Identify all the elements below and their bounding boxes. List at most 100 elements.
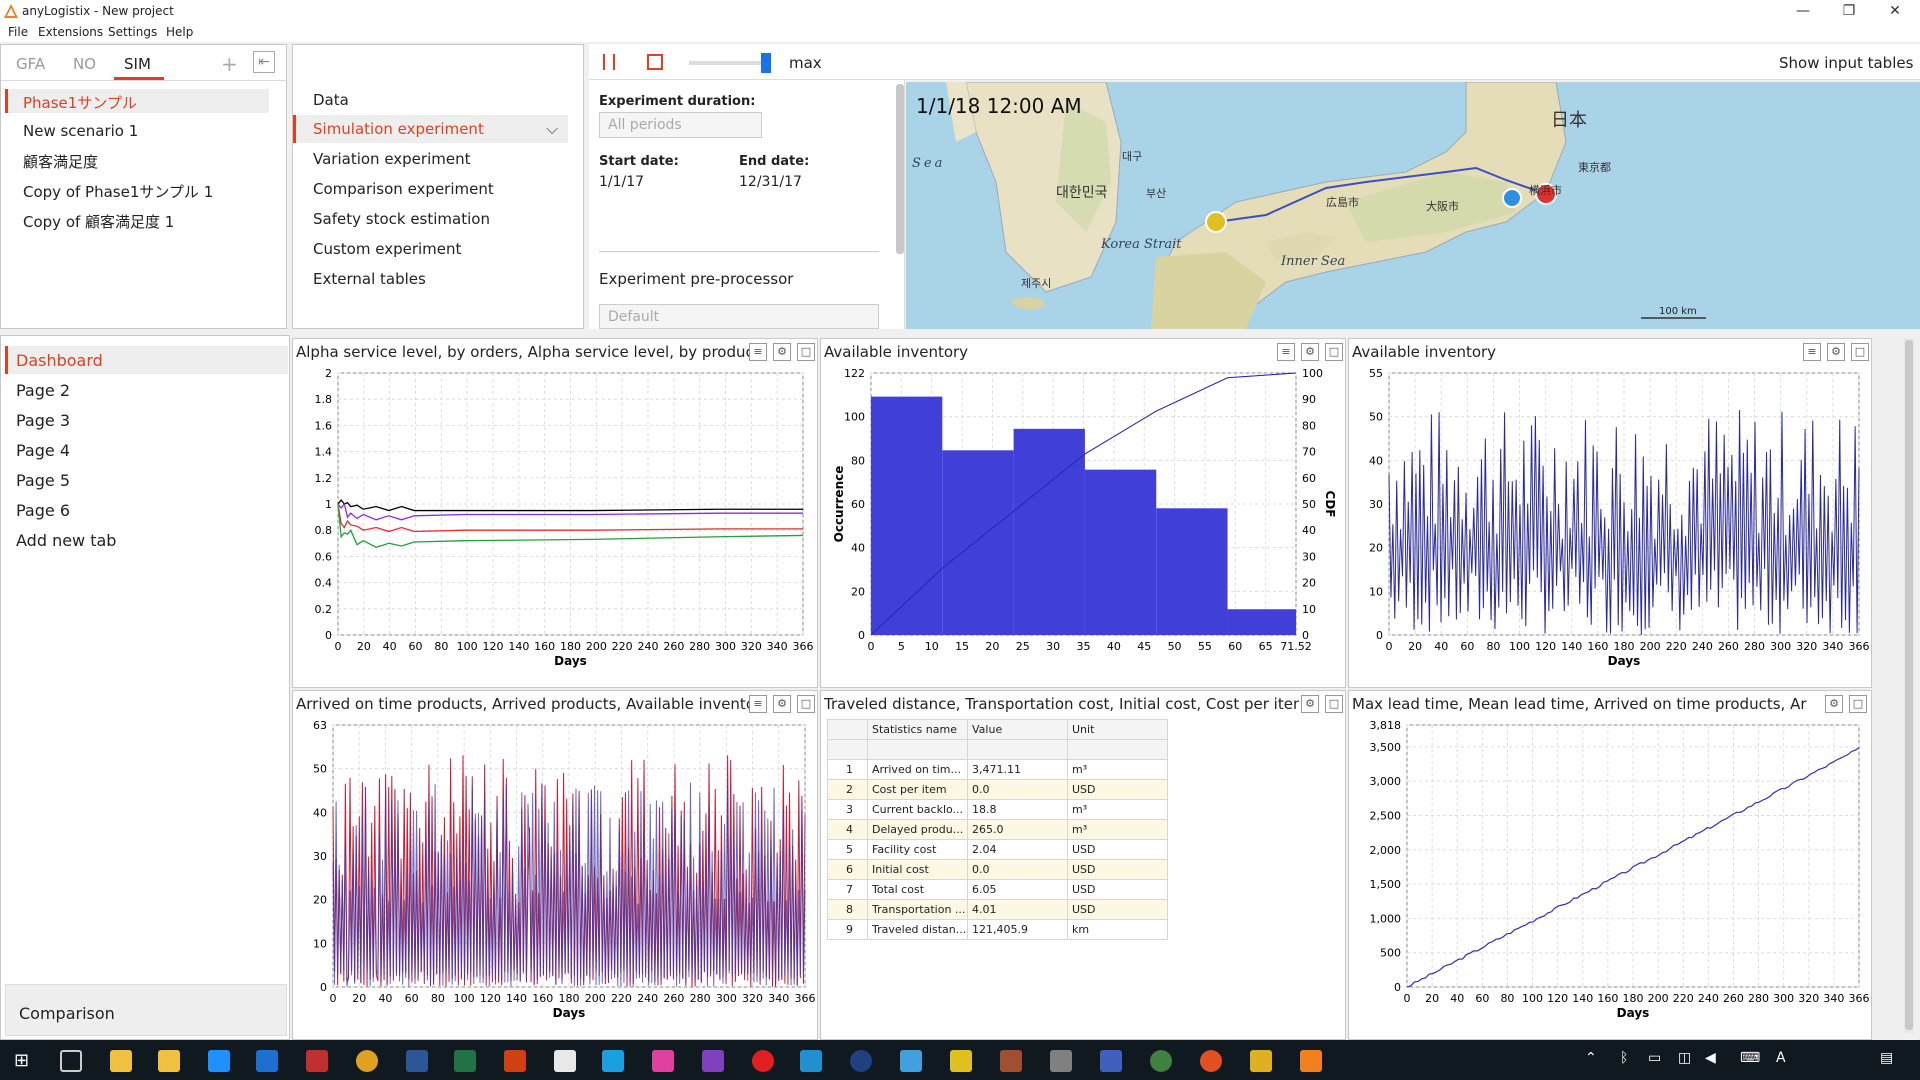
- anylogistix-taskbar-icon[interactable]: [1300, 1050, 1322, 1072]
- app-icon[interactable]: [752, 1050, 774, 1072]
- preprocessor-select[interactable]: Default: [599, 304, 879, 329]
- map-view[interactable]: 1/1/18 12:00 AM Sea 대한민국 Korea Strait In…: [906, 82, 1920, 329]
- page-tab[interactable]: Page 5: [16, 471, 70, 490]
- app-icon[interactable]: [652, 1050, 674, 1072]
- header-cell[interactable]: Statistics name: [867, 719, 968, 740]
- scenario-item[interactable]: Copy of Phase1サンプル 1: [23, 181, 213, 202]
- maximize-button[interactable]: ❐: [1826, 0, 1872, 22]
- menu-help[interactable]: Help: [166, 25, 193, 39]
- ime-icon[interactable]: A: [1776, 1050, 1786, 1066]
- app-icon[interactable]: [900, 1050, 922, 1072]
- file-explorer-icon[interactable]: [110, 1050, 132, 1072]
- experiment-item[interactable]: Variation experiment: [313, 150, 470, 168]
- battery-icon[interactable]: ▭: [1648, 1050, 1661, 1066]
- network-icon[interactable]: ◫: [1678, 1050, 1691, 1066]
- speed-slider-thumb[interactable]: [761, 53, 771, 73]
- expand-icon[interactable]: □: [1325, 695, 1343, 713]
- expand-icon[interactable]: □: [797, 695, 815, 713]
- gear-icon[interactable]: ⚙: [1301, 695, 1319, 713]
- keyboard-icon[interactable]: ⌨: [1740, 1050, 1760, 1066]
- scenario-item[interactable]: Phase1サンプル: [23, 92, 137, 113]
- expand-icon[interactable]: □: [797, 343, 815, 361]
- gear-icon[interactable]: ⚙: [1825, 695, 1843, 713]
- table-row[interactable]: 8 Transportation ... 4.01 USD: [827, 899, 1168, 920]
- scenario-item[interactable]: New scenario 1: [23, 122, 138, 140]
- app-icon[interactable]: [800, 1050, 822, 1072]
- add-icon[interactable]: +: [221, 52, 238, 76]
- table-row[interactable]: 9 Traveled distan... 121,405.9 km: [827, 919, 1168, 940]
- experiment-item[interactable]: Safety stock estimation: [313, 210, 490, 228]
- show-input-tables-button[interactable]: Show input tables: [1779, 54, 1913, 72]
- list-icon[interactable]: ≡: [749, 695, 767, 713]
- menu-file[interactable]: File: [8, 25, 28, 39]
- table-row[interactable]: 4 Delayed produ... 265.0 m³: [827, 819, 1168, 840]
- menu-extensions[interactable]: Extensions: [38, 25, 103, 39]
- app-icon[interactable]: [1250, 1050, 1272, 1072]
- app-icon[interactable]: [1100, 1050, 1122, 1072]
- notifications-icon[interactable]: ▤: [1880, 1050, 1893, 1066]
- collapse-icon[interactable]: ⇤: [253, 51, 275, 73]
- windows-start-icon[interactable]: ⊞: [14, 1050, 36, 1072]
- gear-icon[interactable]: ⚙: [1827, 343, 1845, 361]
- chrome-icon[interactable]: [356, 1050, 378, 1072]
- header-cell[interactable]: Value: [967, 719, 1068, 740]
- expand-icon[interactable]: □: [1851, 343, 1869, 361]
- tab-no[interactable]: NO: [73, 55, 96, 73]
- gear-icon[interactable]: ⚙: [1301, 343, 1319, 361]
- tab-sim[interactable]: SIM: [124, 55, 151, 73]
- header-cell[interactable]: Unit: [1067, 719, 1168, 740]
- skype-icon[interactable]: [602, 1050, 624, 1072]
- scenario-item[interactable]: Copy of 顧客満足度 1: [23, 211, 174, 232]
- experiment-item[interactable]: Comparison experiment: [313, 180, 494, 198]
- table-row[interactable]: 7 Total cost 6.05 USD: [827, 879, 1168, 900]
- tray-chevron-icon[interactable]: ⌃: [1585, 1050, 1597, 1066]
- close-button[interactable]: ✕: [1872, 0, 1918, 22]
- settings-scrollbar[interactable]: [896, 84, 904, 254]
- chevron-down-icon[interactable]: ⌵: [546, 119, 558, 139]
- app-icon[interactable]: [306, 1050, 328, 1072]
- speed-slider[interactable]: [689, 61, 769, 65]
- pause-icon[interactable]: [603, 54, 615, 70]
- expand-icon[interactable]: □: [1325, 343, 1343, 361]
- bluetooth-icon[interactable]: ᛒ: [1620, 1050, 1628, 1066]
- experiment-item[interactable]: Simulation experiment: [313, 120, 484, 138]
- gear-icon[interactable]: ⚙: [773, 695, 791, 713]
- app-icon[interactable]: [950, 1050, 972, 1072]
- page-tab[interactable]: Page 2: [16, 381, 70, 400]
- gear-icon[interactable]: ⚙: [773, 343, 791, 361]
- list-icon[interactable]: ≡: [1803, 343, 1821, 361]
- page-tab[interactable]: Page 4: [16, 441, 70, 460]
- list-icon[interactable]: ≡: [749, 343, 767, 361]
- table-row[interactable]: 5 Facility cost 2.04 USD: [827, 839, 1168, 860]
- app-icon[interactable]: [850, 1050, 872, 1072]
- page-tab[interactable]: Dashboard: [16, 351, 103, 370]
- app-icon[interactable]: [1000, 1050, 1022, 1072]
- menu-settings[interactable]: Settings: [108, 25, 157, 39]
- app-icon[interactable]: [1200, 1050, 1222, 1072]
- comparison-button[interactable]: Comparison: [19, 1004, 115, 1023]
- word-icon[interactable]: [406, 1050, 428, 1072]
- volume-icon[interactable]: ◀: [1705, 1050, 1716, 1066]
- end-date-value[interactable]: 12/31/17: [739, 174, 802, 190]
- page-tab[interactable]: Page 3: [16, 411, 70, 430]
- scenario-item[interactable]: 顧客満足度: [23, 151, 98, 172]
- experiment-item[interactable]: External tables: [313, 270, 426, 288]
- list-icon[interactable]: ≡: [1277, 343, 1295, 361]
- app-icon[interactable]: [1050, 1050, 1072, 1072]
- excel-icon[interactable]: [454, 1050, 476, 1072]
- expand-icon[interactable]: □: [1849, 695, 1867, 713]
- app-icon[interactable]: [702, 1050, 724, 1072]
- start-date-value[interactable]: 1/1/17: [599, 174, 644, 190]
- app-icon[interactable]: [1150, 1050, 1172, 1072]
- experiment-item[interactable]: Custom experiment: [313, 240, 461, 258]
- table-row[interactable]: 2 Cost per item 0.0 USD: [827, 779, 1168, 800]
- table-row[interactable]: 1 Arrived on tim... 3,471.11 m³: [827, 759, 1168, 780]
- add-new-tab-button[interactable]: Add new tab: [16, 531, 116, 550]
- folder-icon[interactable]: [158, 1050, 180, 1072]
- pdf-icon[interactable]: [554, 1050, 576, 1072]
- table-row[interactable]: 6 Initial cost 0.0 USD: [827, 859, 1168, 880]
- minimize-button[interactable]: —: [1780, 0, 1826, 22]
- powerpoint-icon[interactable]: [504, 1050, 526, 1072]
- ie-browser-icon[interactable]: [208, 1050, 230, 1072]
- duration-select[interactable]: All periods: [599, 112, 762, 138]
